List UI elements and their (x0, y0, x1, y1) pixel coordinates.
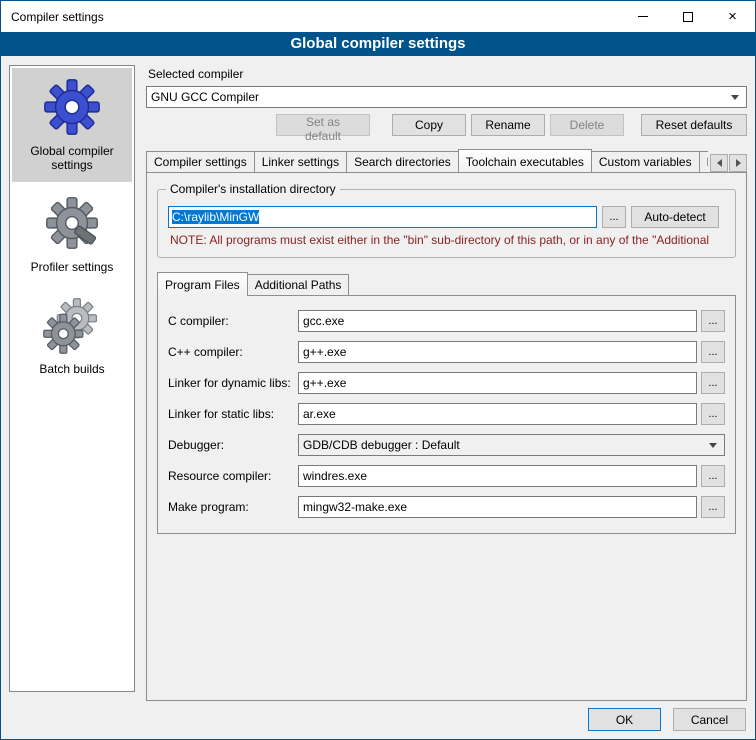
reset-defaults-button[interactable]: Reset defaults (641, 114, 747, 136)
ok-button[interactable]: OK (588, 708, 661, 731)
window-controls: × (620, 1, 755, 32)
linker-dynamic-label: Linker for dynamic libs: (168, 376, 298, 390)
set-as-default-button[interactable]: Set as default (276, 114, 370, 136)
tab-compiler-settings[interactable]: Compiler settings (146, 151, 255, 172)
program-files-panel: C compiler: ... C++ compiler: ... (157, 295, 736, 534)
category-list: Global compiler settings Profiler settin… (9, 65, 135, 692)
arrow-left-icon (717, 159, 722, 167)
linker-static-input[interactable] (298, 403, 697, 425)
cpp-compiler-label: C++ compiler: (168, 345, 298, 359)
tab-search-directories[interactable]: Search directories (346, 151, 459, 172)
main-panel: Selected compiler GNU GCC Compiler Set a… (146, 61, 747, 701)
minimize-button[interactable] (620, 1, 665, 32)
dialog-footer: OK Cancel (588, 708, 746, 731)
selected-compiler-label: Selected compiler (148, 67, 747, 81)
tab-custom-variables[interactable]: Custom variables (591, 151, 700, 172)
linker-static-browse-button[interactable]: ... (701, 403, 725, 425)
linker-dynamic-input[interactable] (298, 372, 697, 394)
debugger-value: GDB/CDB debugger : Default (303, 438, 709, 452)
scroll-tabs-left-button[interactable] (710, 154, 728, 172)
titlebar: Compiler settings × (1, 1, 755, 32)
minimize-icon (638, 16, 648, 17)
copy-button[interactable]: Copy (392, 114, 466, 136)
sidebar-item-global-compiler-settings[interactable]: Global compiler settings (12, 68, 132, 182)
resource-compiler-label: Resource compiler: (168, 469, 298, 483)
c-compiler-browse-button[interactable]: ... (701, 310, 725, 332)
window-title: Compiler settings (1, 10, 620, 24)
selected-compiler-value: GNU GCC Compiler (151, 90, 731, 104)
sidebar-item-label: Global compiler settings (14, 144, 130, 172)
bin-subdirectory-note: NOTE: All programs must exist either in … (170, 233, 717, 247)
form-row-debugger: Debugger: GDB/CDB debugger : Default (168, 434, 725, 456)
installation-directory-group: Compiler's installation directory C:\ray… (157, 189, 736, 258)
delete-button[interactable]: Delete (550, 114, 624, 136)
arrow-right-icon (736, 159, 741, 167)
close-button[interactable]: × (710, 1, 755, 32)
make-program-input[interactable] (298, 496, 697, 518)
tabs-scroller: Compiler settings Linker settings Search… (146, 149, 708, 172)
subtab-program-files[interactable]: Program Files (157, 272, 248, 296)
resource-compiler-input[interactable] (298, 465, 697, 487)
subtab-additional-paths[interactable]: Additional Paths (247, 274, 350, 295)
compiler-settings-dialog: Compiler settings × Global compiler sett… (0, 0, 756, 740)
toolchain-executables-panel: Compiler's installation directory C:\ray… (146, 172, 747, 701)
c-compiler-input[interactable] (298, 310, 697, 332)
cpp-compiler-input[interactable] (298, 341, 697, 363)
form-row-c-compiler: C compiler: ... (168, 310, 725, 332)
gear-icon (41, 76, 103, 138)
program-files-tabstrip: Program Files Additional Paths (157, 272, 736, 295)
make-program-browse-button[interactable]: ... (701, 496, 725, 518)
compiler-actions: Set as default Copy Rename Delete Reset … (146, 114, 747, 136)
scroll-tabs-right-button[interactable] (729, 154, 747, 172)
cancel-button[interactable]: Cancel (673, 708, 746, 731)
sidebar-item-batch-builds[interactable]: Batch builds (12, 286, 132, 386)
tab-linker-settings[interactable]: Linker settings (254, 151, 347, 172)
installation-directory-group-label: Compiler's installation directory (166, 182, 340, 196)
linker-dynamic-browse-button[interactable]: ... (701, 372, 725, 394)
c-compiler-label: C compiler: (168, 314, 298, 328)
debugger-label: Debugger: (168, 438, 298, 452)
debugger-dropdown[interactable]: GDB/CDB debugger : Default (298, 434, 725, 456)
dialog-body: Global compiler settings Profiler settin… (1, 57, 755, 739)
autodetect-button[interactable]: Auto-detect (631, 206, 719, 228)
sidebar-item-label: Profiler settings (14, 260, 130, 274)
maximize-button[interactable] (665, 1, 710, 32)
form-row-resource-compiler: Resource compiler: ... (168, 465, 725, 487)
tab-scroll-buttons (710, 154, 747, 172)
settings-tabstrip: Compiler settings Linker settings Search… (146, 149, 747, 172)
make-program-label: Make program: (168, 500, 298, 514)
cpp-compiler-browse-button[interactable]: ... (701, 341, 725, 363)
close-icon: × (728, 9, 737, 24)
sidebar-item-profiler-settings[interactable]: Profiler settings (12, 184, 132, 284)
tab-toolchain-executables[interactable]: Toolchain executables (458, 149, 592, 172)
form-row-linker-dynamic: Linker for dynamic libs: ... (168, 372, 725, 394)
selected-compiler-dropdown[interactable]: GNU GCC Compiler (146, 86, 747, 108)
linker-static-label: Linker for static libs: (168, 407, 298, 421)
form-row-make-program: Make program: ... (168, 496, 725, 518)
profiler-tool-icon (41, 192, 103, 254)
dialog-header: Global compiler settings (1, 32, 755, 56)
maximize-icon (683, 12, 693, 22)
tab-build-options[interactable]: Build (699, 151, 708, 172)
rename-button[interactable]: Rename (471, 114, 545, 136)
chevron-down-icon (709, 443, 717, 448)
stacked-gears-icon (41, 294, 103, 356)
installation-directory-row: C:\raylib\MinGW ... Auto-detect (168, 206, 719, 228)
form-row-cpp-compiler: C++ compiler: ... (168, 341, 725, 363)
installation-directory-input[interactable]: C:\raylib\MinGW (168, 206, 597, 228)
form-row-linker-static: Linker for static libs: ... (168, 403, 725, 425)
browse-directory-button[interactable]: ... (602, 206, 626, 228)
resource-compiler-browse-button[interactable]: ... (701, 465, 725, 487)
installation-directory-value: C:\raylib\MinGW (172, 210, 259, 224)
sidebar-item-label: Batch builds (14, 362, 130, 376)
chevron-down-icon (731, 95, 739, 100)
